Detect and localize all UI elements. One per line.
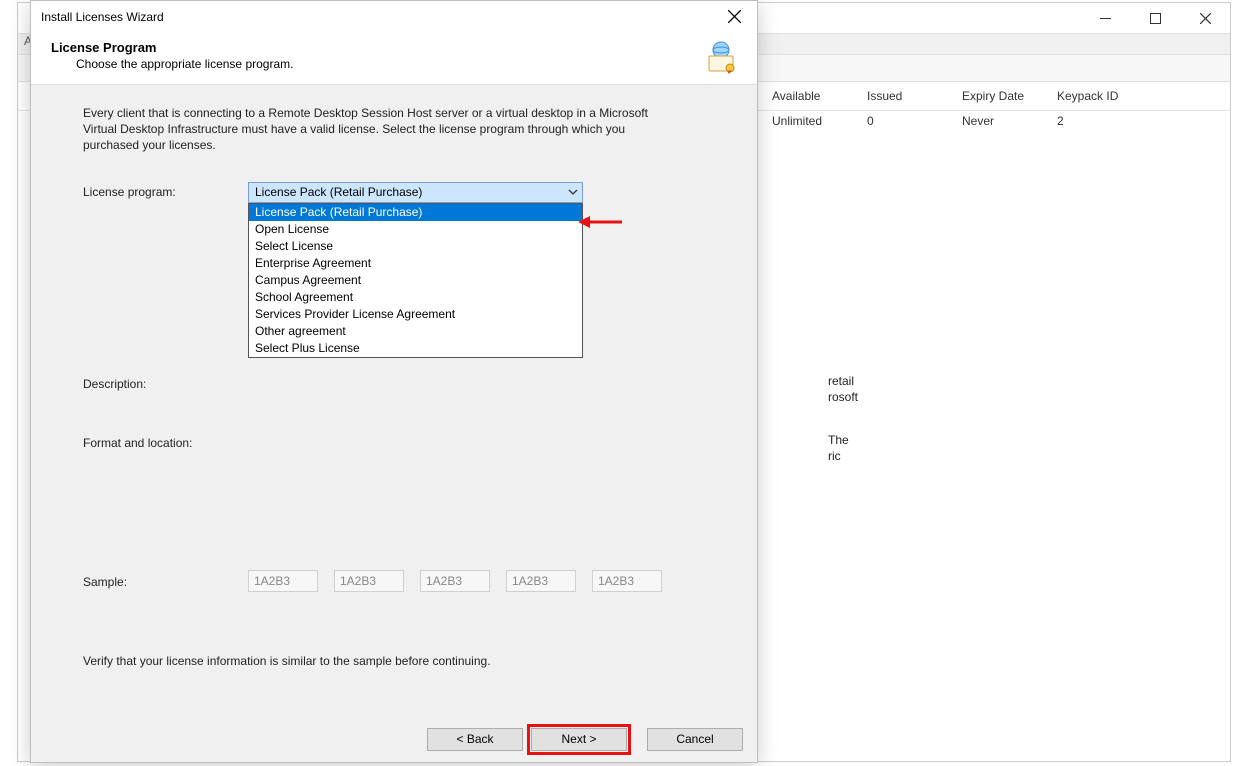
intro-text: Every client that is connecting to a Rem… <box>83 105 673 154</box>
combo-selected: License Pack (Retail Purchase) <box>255 185 422 199</box>
verify-text: Verify that your license information is … <box>83 654 705 668</box>
label-format-location: Format and location: <box>83 433 248 450</box>
minimize-button[interactable] <box>1082 4 1128 32</box>
annotation-arrow <box>578 213 622 231</box>
option-campus-agreement[interactable]: Campus Agreement <box>249 272 582 289</box>
option-license-pack[interactable]: License Pack (Retail Purchase) <box>249 204 582 221</box>
dialog-body: Every client that is connecting to a Rem… <box>31 85 757 716</box>
sample-box-5: 1A2B3 <box>592 570 662 592</box>
close-button[interactable] <box>719 5 749 29</box>
option-spla[interactable]: Services Provider License Agreement <box>249 306 582 323</box>
bg-close-button[interactable] <box>1182 4 1228 32</box>
col-issued[interactable]: Issued <box>863 89 958 103</box>
option-select-plus[interactable]: Select Plus License <box>249 340 582 357</box>
back-button[interactable]: < Back <box>427 728 523 751</box>
label-description: Description: <box>83 374 248 391</box>
cancel-button[interactable]: Cancel <box>647 728 743 751</box>
label-sample: Sample: <box>83 572 248 589</box>
sample-box-2: 1A2B3 <box>334 570 404 592</box>
cell-issued: 0 <box>863 114 958 128</box>
license-wizard-icon <box>699 40 737 74</box>
dialog-titlebar: Install Licenses Wizard <box>31 1 757 32</box>
dialog-footer: < Back Next > Cancel <box>31 716 757 762</box>
next-button[interactable]: Next > <box>531 728 627 751</box>
col-available[interactable]: Available <box>768 89 863 103</box>
label-license-program: License program: <box>83 182 248 358</box>
description-text: retail rosoft <box>248 374 668 391</box>
sample-box-4: 1A2B3 <box>506 570 576 592</box>
license-program-combo[interactable]: License Pack (Retail Purchase) <box>248 182 583 203</box>
install-licenses-wizard: Install Licenses Wizard License Program … <box>30 0 758 763</box>
header-subtitle: Choose the appropriate license program. <box>51 57 293 71</box>
desc-frag-2: rosoft <box>828 390 858 406</box>
format-text: The ric <box>248 433 668 450</box>
format-frag-2: ric <box>828 449 841 465</box>
sample-box-1: 1A2B3 <box>248 570 318 592</box>
license-program-dropdown[interactable]: License Pack (Retail Purchase) Open Lice… <box>248 203 583 358</box>
cell-expiry: Never <box>958 114 1053 128</box>
dialog-header: License Program Choose the appropriate l… <box>31 32 757 85</box>
cell-keypack: 2 <box>1053 114 1148 128</box>
col-expiry[interactable]: Expiry Date <box>958 89 1053 103</box>
desc-frag-1: retail <box>828 374 854 390</box>
maximize-button[interactable] <box>1132 4 1178 32</box>
header-title: License Program <box>51 40 293 57</box>
option-open-license[interactable]: Open License <box>249 221 582 238</box>
format-frag-1: The <box>828 433 849 449</box>
option-select-license[interactable]: Select License <box>249 238 582 255</box>
option-other-agreement[interactable]: Other agreement <box>249 323 582 340</box>
sample-box-3: 1A2B3 <box>420 570 490 592</box>
dialog-title: Install Licenses Wizard <box>41 10 164 24</box>
cell-available: Unlimited <box>768 114 863 128</box>
option-enterprise-agreement[interactable]: Enterprise Agreement <box>249 255 582 272</box>
chevron-down-icon <box>568 187 578 198</box>
sample-inputs: 1A2B3 1A2B3 1A2B3 1A2B3 1A2B3 <box>248 570 662 592</box>
col-keypack[interactable]: Keypack ID <box>1053 89 1148 103</box>
option-school-agreement[interactable]: School Agreement <box>249 289 582 306</box>
